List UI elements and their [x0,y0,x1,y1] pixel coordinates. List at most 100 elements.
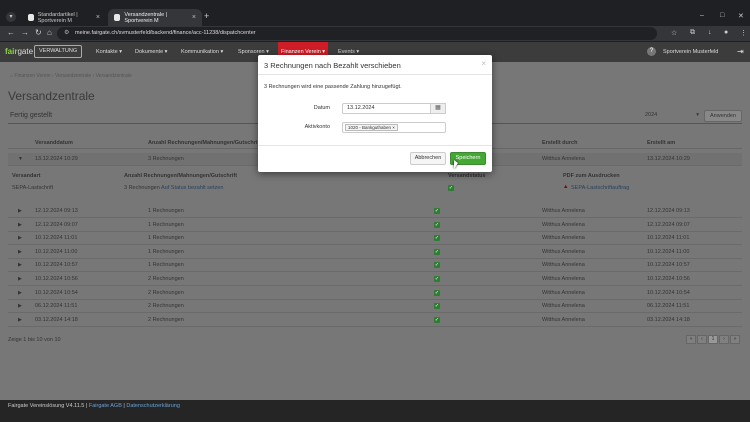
detail-column-header: Versandstatus [448,173,486,179]
pdf-link[interactable]: SEPA-Lastschriftauftrag [571,185,629,191]
table-row[interactable]: ▶ 10.12.2024 10:57 1 Rechnungen ✓ Witthus An… [8,259,742,273]
table-row[interactable]: ▶ 10.12.2024 11:01 1 Rechnungen ✓ Witthus An… [8,232,742,246]
page-button[interactable]: 1 [708,335,718,344]
expand-icon[interactable]: ▶ [18,290,22,296]
account-label: Aktivkonto [304,124,330,130]
agb-link[interactable]: Fairgate AGB [89,403,122,409]
created-by: Witthus Annelena [542,303,585,310]
expand-icon[interactable]: ▶ [18,262,22,268]
created-at: 03.12.2024 14:18 [647,316,690,323]
pager-info: Zeige 1 bis 10 von 10 [8,337,61,343]
tab-title: Versandzentrale | Sportverein M [124,11,168,24]
expand-icon[interactable]: ▶ [18,222,22,228]
window-close-icon[interactable]: ✕ [738,12,744,20]
created-by: Witthus Annelena [542,248,585,255]
created-at: 12.12.2024 09:13 [647,208,690,214]
status-check-icon: ✓ [434,303,440,310]
dispatch-date: 10.12.2024 11:01 [35,235,78,242]
browser-tab[interactable]: Standardartikel | Sportverein M × [22,9,106,26]
site-info-icon[interactable]: ⚙ [64,27,69,40]
account-chip[interactable]: 1020 - Bankguthaben × [345,124,398,131]
minimize-icon[interactable]: – [700,12,704,19]
created-by: Witthus Annelena [542,289,585,296]
account-select[interactable]: 1020 - Bankguthaben × [342,122,446,133]
nav-kontakte[interactable]: Kontakte ▾ [96,42,122,62]
downloads-icon[interactable]: ↓ [708,29,712,36]
home-icon[interactable]: ⌂ [47,28,52,37]
collapse-icon[interactable]: ▼ [18,156,23,162]
table-row[interactable]: ▶ 12.12.2024 09:13 1 Rechnungen ✓ Witthus An… [8,205,742,218]
prev-page-icon[interactable]: ‹ [697,335,707,344]
new-tab-icon[interactable]: + [204,11,209,21]
maximize-icon[interactable]: □ [720,12,724,19]
detail-count: 3 Rechnungen [124,185,160,191]
nav-label: Dokumente [135,49,164,55]
table-row[interactable]: ▶ 10.12.2024 10:54 2 Rechnungen ✓ Witthus An… [8,287,742,300]
breadcrumb-item[interactable]: Versandzentrale [55,73,91,79]
close-tab-icon[interactable]: × [192,14,196,21]
logout-icon[interactable]: ⇥ [737,47,744,56]
table-row[interactable]: ▶ 03.12.2024 14:18 2 Rechnungen ✓ Witthus An… [8,314,742,327]
dispatch-date: 10.12.2024 10:57 [35,262,78,269]
expand-icon[interactable]: ▶ [18,303,22,309]
breadcrumb-item[interactable]: Finanzen Verein [14,73,50,79]
cancel-button[interactable]: Abbrechen [410,152,446,165]
first-page-icon[interactable]: « [686,335,696,344]
reload-icon[interactable]: ↻ [35,28,42,37]
set-paid-link[interactable]: Auf Status bezahlt setzen [161,185,223,191]
close-tab-icon[interactable]: × [96,14,100,21]
date-label: Datum [313,105,330,111]
column-header[interactable]: Erstellt durch [542,140,577,146]
dialog-divider [258,145,492,146]
table-row[interactable]: ▶ 06.12.2024 11:51 2 Rechnungen ✓ Witthus An… [8,300,742,314]
back-icon[interactable]: ← [7,28,15,37]
status-check-icon: ✓ [448,185,454,191]
created-by: Witthus Annelena [542,208,585,214]
expand-icon[interactable]: ▶ [18,249,22,255]
privacy-link[interactable]: Datenschutzerklärung [126,403,180,409]
dispatch-count: 2 Rechnungen [148,303,184,310]
expand-icon[interactable]: ▶ [18,276,22,282]
tab-search-icon[interactable]: ▾ [6,12,16,22]
help-icon[interactable]: ? [647,47,656,56]
extensions-icon[interactable]: ⧉ [690,29,695,37]
table-row[interactable]: ▶ 10.12.2024 10:56 2 Rechnungen ✓ Witthus An… [8,273,742,286]
column-header[interactable]: Anzahl Rechnungen/Mahnungen/Gutschrift [148,140,261,146]
next-page-icon[interactable]: › [719,335,729,344]
table-row[interactable]: ▶ 12.12.2024 09:07 1 Rechnungen ✓ Witthus An… [8,219,742,232]
expand-icon[interactable]: ▶ [18,235,22,241]
expand-icon[interactable]: ▶ [18,208,22,214]
profile-icon[interactable]: ● [724,29,728,36]
browser-menu-icon[interactable]: ⋮ [740,29,747,37]
table-row[interactable]: ▶ 10.12.2024 11:00 1 Rechnungen ✓ Witthus An… [8,246,742,259]
dispatch-date: 10.12.2024 11:00 [35,248,78,255]
footer: Fairgate Vereinslösung V4.11.5 | Fairgat… [0,400,750,422]
close-icon[interactable]: × [481,59,486,68]
detail-column-header: Versandart [12,173,41,179]
club-name[interactable]: Sportverein Musterfeld [663,42,718,62]
browser-tab-active[interactable]: Versandzentrale | Sportverein M × [108,9,202,26]
fairgate-logo[interactable]: fairgate [5,47,33,56]
calendar-icon[interactable]: ▦ [430,103,446,114]
url-text: meine.fairgate.ch/svmusterfeld/backend/f… [75,30,256,36]
last-page-icon[interactable]: » [730,335,740,344]
apply-button[interactable]: Anwenden [704,110,742,122]
dialog-header: 3 Rechnungen nach Bezahlt verschieben × [258,55,492,75]
column-header[interactable]: Erstellt am [647,140,675,146]
expand-icon[interactable]: ▶ [18,317,22,323]
year-select[interactable]: 2024 ▾ [645,112,701,122]
home-icon[interactable]: ⌂ [10,73,13,79]
detail-column-header: Anzahl Rechnungen/Mahnungen/Gutschrift [124,173,238,179]
created-by: Witthus Annelena [542,221,585,228]
dispatch-date: 13.12.2024 10:29 [35,156,78,162]
status-check-icon: ✓ [434,221,440,228]
forward-icon[interactable]: → [21,28,29,37]
mode-button[interactable]: VERWALTUNG [34,45,83,58]
status-filter-label: Fertig gestellt [10,112,53,119]
nav-kommunikation[interactable]: Kommunikation ▾ [181,42,223,62]
dispatch-date: 10.12.2024 10:56 [35,276,78,282]
column-header[interactable]: Versanddatum [35,140,73,146]
nav-dokumente[interactable]: Dokumente ▾ [135,42,167,62]
bookmark-star-icon[interactable]: ☆ [671,29,677,37]
address-bar[interactable]: ⚙ meine.fairgate.ch/svmusterfeld/backend… [57,27,657,40]
